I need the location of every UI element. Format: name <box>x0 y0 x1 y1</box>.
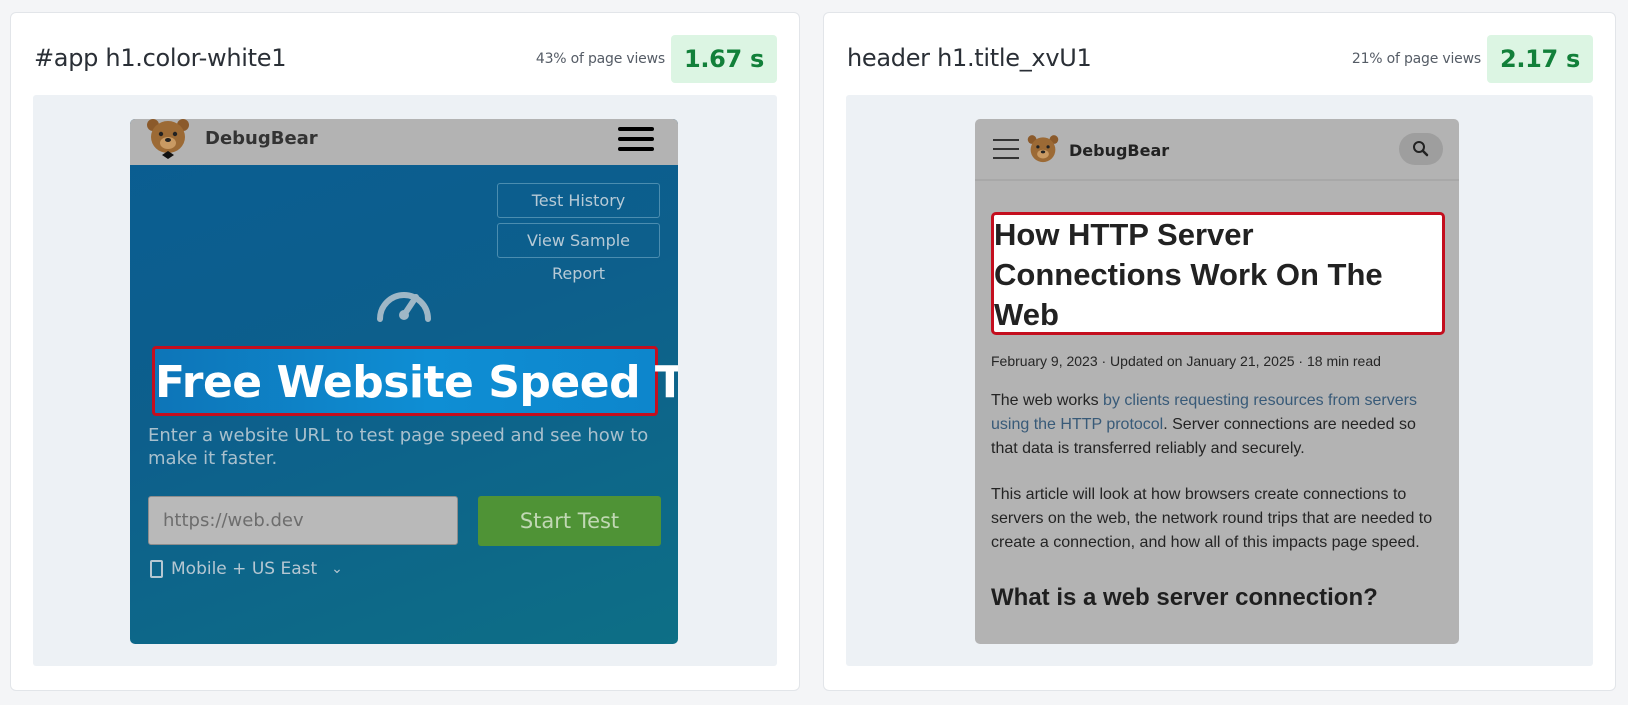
brand-name: DebugBear <box>205 128 318 149</box>
hamburger-menu-icon[interactable] <box>618 127 654 153</box>
element-selector: #app h1.color-white1 <box>34 44 287 72</box>
test-history-button[interactable]: Test History <box>497 183 660 218</box>
mobile-screenshot: DebugBear How HTTP Server Connections Wo… <box>975 119 1459 644</box>
screenshot-preview: DebugBear How HTTP Server Connections Wo… <box>846 95 1593 666</box>
site-header: DebugBear <box>130 119 678 165</box>
bear-logo-icon <box>147 119 189 159</box>
article-paragraph-2: This article will look at how browsers c… <box>991 486 1433 551</box>
lcp-time-badge: 2.17 s <box>1486 35 1593 83</box>
metric: 43% of page views 1.67 s <box>536 35 777 83</box>
mobile-device-icon <box>150 560 163 578</box>
hamburger-menu-icon[interactable] <box>993 139 1019 159</box>
hero-subtext: Enter a website URL to test page speed a… <box>148 425 649 469</box>
card-header: header h1.title_xvU1 21% of page views 2… <box>824 13 1615 95</box>
card-header: #app h1.color-white1 43% of page views 1… <box>11 13 799 95</box>
bear-logo-icon <box>1027 135 1059 163</box>
element-selector: header h1.title_xvU1 <box>847 44 1092 72</box>
screenshot-preview: DebugBear Test History View Sample Repor… <box>33 95 777 666</box>
lcp-time-badge: 1.67 s <box>670 35 777 83</box>
start-test-button[interactable]: Start Test <box>478 496 661 546</box>
url-input[interactable] <box>148 496 458 545</box>
lcp-card-2: header h1.title_xvU1 21% of page views 2… <box>823 12 1616 691</box>
mobile-screenshot: DebugBear Test History View Sample Repor… <box>130 119 678 644</box>
page-view-percentage: 43% of page views <box>535 51 665 67</box>
lcp-element-highlight: How HTTP Server Connections Work On The … <box>991 212 1445 335</box>
article-title: How HTTP Server Connections Work On The … <box>994 217 1383 332</box>
site-header: DebugBear <box>975 119 1459 181</box>
lcp-card-1: #app h1.color-white1 43% of page views 1… <box>10 12 800 691</box>
view-sample-report-button[interactable]: View Sample Report <box>497 223 660 283</box>
paragraph-text: The web works <box>991 392 1104 409</box>
article-paragraph-1: The web works by clients requesting reso… <box>991 389 1441 461</box>
metric: 21% of page views 2.17 s <box>1352 35 1593 83</box>
device-selector[interactable]: Mobile + US East ⌄ <box>150 559 343 579</box>
device-label: Mobile + US East <box>171 559 318 579</box>
search-icon <box>1413 141 1429 157</box>
article-meta: February 9, 2023 · Updated on January 21… <box>991 353 1381 369</box>
chevron-down-icon: ⌄ <box>331 561 343 577</box>
lcp-element-highlight: Free Website Speed Test <box>152 346 678 416</box>
brand-name: DebugBear <box>1069 141 1170 160</box>
speed-gauge-icon <box>377 292 431 322</box>
page-view-percentage: 21% of page views <box>1351 51 1481 67</box>
section-heading: What is a web server connection? <box>991 584 1378 611</box>
hero-title: Free Website Speed Test <box>155 357 678 408</box>
search-button[interactable] <box>1399 133 1443 165</box>
